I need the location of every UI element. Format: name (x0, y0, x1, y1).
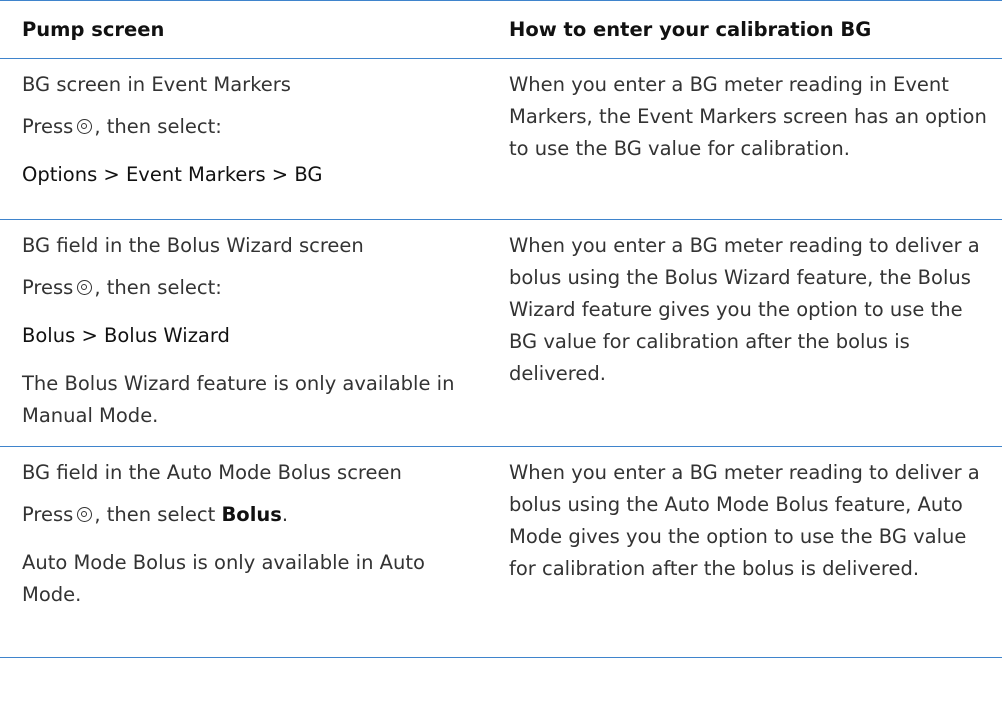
press-suffix: , then select: (94, 115, 222, 138)
press-prefix: Press (22, 115, 74, 138)
screen-name: BG field in the Bolus Wizard screen (22, 234, 364, 257)
table-header-row: Pump screen How to enter your calibratio… (0, 0, 1002, 59)
press-end: . (281, 503, 289, 526)
availability-note: Auto Mode Bolus is only available in Aut… (22, 551, 425, 606)
description-text: When you enter a BG meter reading to del… (509, 234, 980, 385)
table-row: BG field in the Auto Mode Bolus screen P… (0, 446, 1002, 658)
description-text: When you enter a BG meter reading to del… (509, 461, 980, 580)
description-text: When you enter a BG meter reading in Eve… (509, 73, 987, 160)
press-instruction: Press , then select Bolus. (22, 499, 479, 531)
screen-name: BG screen in Event Markers (22, 73, 291, 96)
press-prefix: Press (22, 503, 74, 526)
select-button-icon (77, 119, 93, 134)
screen-name: BG field in the Auto Mode Bolus screen (22, 461, 402, 484)
description-cell: When you enter a BG meter reading to del… (489, 446, 1002, 658)
table-row: BG screen in Event Markers Press , then s… (0, 58, 1002, 220)
bolus-menu-item: Bolus (221, 503, 282, 526)
availability-note: The Bolus Wizard feature is only availab… (22, 372, 455, 427)
description-cell: When you enter a BG meter reading to del… (489, 219, 1002, 447)
press-prefix: Press (22, 276, 74, 299)
press-suffix: , then select (94, 503, 216, 526)
pump-screen-cell: BG field in the Auto Mode Bolus screen P… (0, 446, 489, 658)
press-suffix: , then select: (94, 276, 222, 299)
pump-screen-cell: BG screen in Event Markers Press , then s… (0, 58, 489, 220)
header-how-to-enter: How to enter your calibration BG (489, 0, 1002, 59)
select-button-icon (77, 507, 93, 522)
menu-path: Bolus > Bolus Wizard (22, 324, 230, 347)
header-pump-screen: Pump screen (0, 0, 489, 59)
pump-screen-cell: BG field in the Bolus Wizard screen Pres… (0, 219, 489, 447)
calibration-bg-table: Pump screen How to enter your calibratio… (0, 0, 1002, 658)
description-cell: When you enter a BG meter reading in Eve… (489, 58, 1002, 220)
menu-path: Options > Event Markers > BG (22, 163, 323, 186)
table-row: BG field in the Bolus Wizard screen Pres… (0, 219, 1002, 447)
select-button-icon (77, 280, 93, 295)
calibration-table-container: Pump screen How to enter your calibratio… (0, 0, 1002, 658)
press-instruction: Press , then select: (22, 111, 479, 143)
press-instruction: Press , then select: (22, 272, 479, 304)
